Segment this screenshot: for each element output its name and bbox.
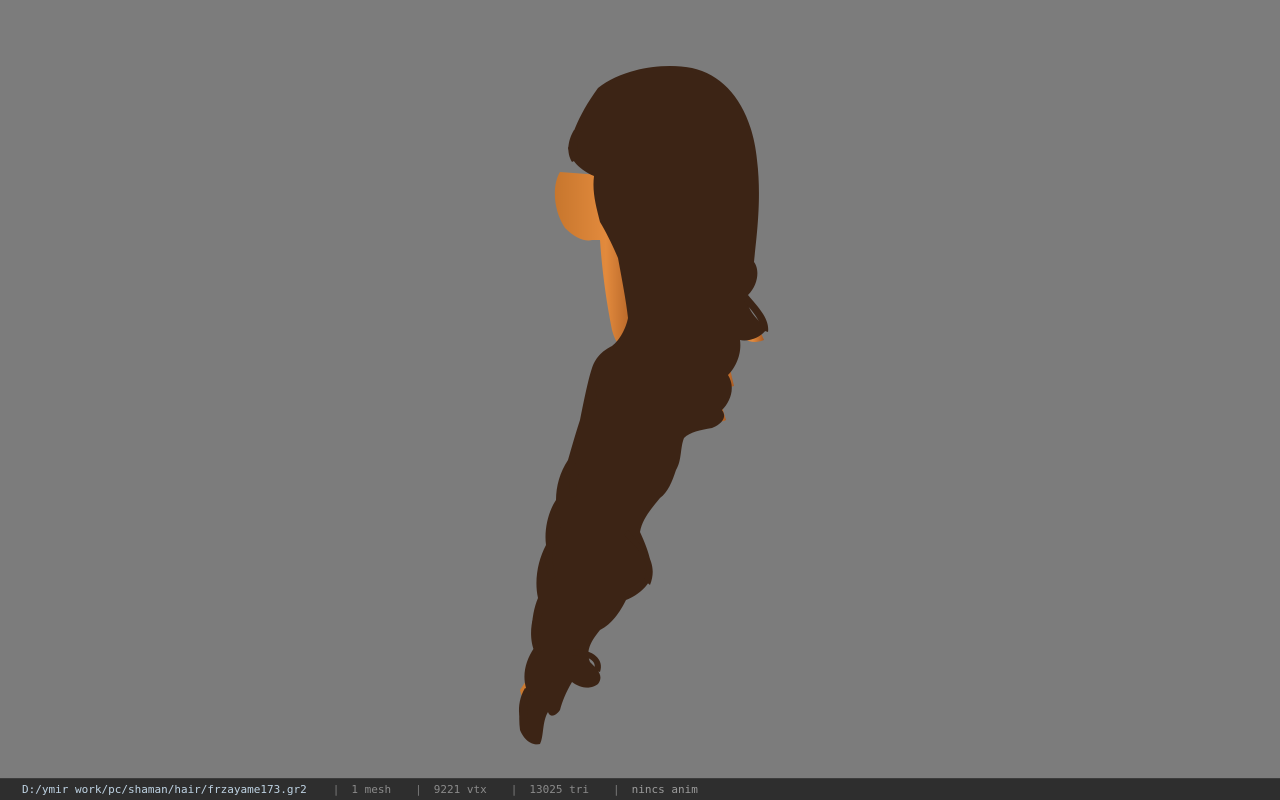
status-bar: D:/ymir work/pc/shaman/hair/frzayame173.… <box>0 778 1280 800</box>
vertex-count-label: 9221 vtx <box>433 783 487 796</box>
hair-main-mass <box>518 66 769 745</box>
status-separator: | <box>332 783 340 796</box>
3d-viewport[interactable] <box>0 0 1280 778</box>
triangle-count-label: 13025 tri <box>529 783 589 796</box>
status-separator: | <box>415 783 422 796</box>
animation-status-label: nincs anim <box>631 783 698 796</box>
status-separator: | <box>510 783 518 796</box>
mesh-count-label: 1 mesh <box>351 783 392 796</box>
file-path-label: D:/ymir work/pc/shaman/hair/frzayame173.… <box>22 783 307 796</box>
hair-model-render <box>518 66 769 745</box>
status-separator: | <box>613 783 620 796</box>
